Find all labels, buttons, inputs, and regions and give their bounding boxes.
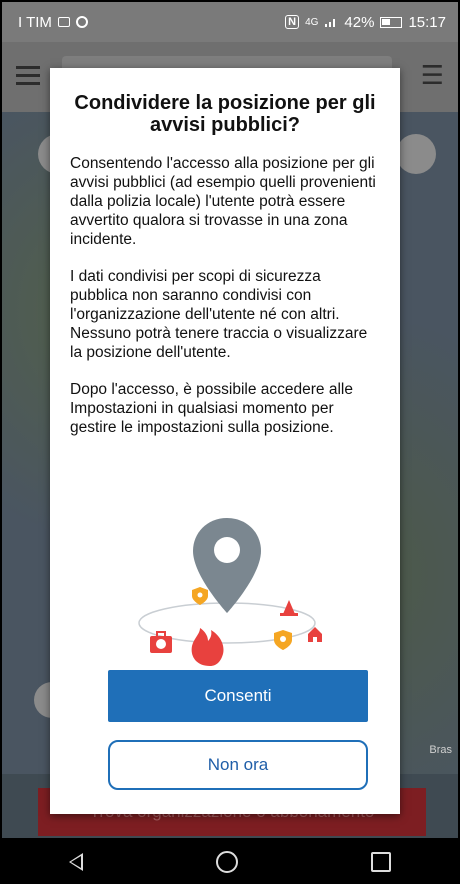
dialog-paragraph-1: Consentendo l'accesso alla posizione per…	[70, 155, 376, 248]
allow-button[interactable]: Consenti	[108, 670, 368, 722]
shield-small-icon	[274, 630, 292, 650]
signal-icon	[325, 19, 336, 27]
dialog-title: Condividere la posizione per gli avvisi …	[74, 92, 376, 136]
dialog-paragraph-3: Dopo l'accesso, è possibile accedere all…	[70, 381, 353, 436]
shield-alert-icon	[192, 587, 208, 605]
clock: 15:17	[408, 13, 446, 31]
message-icon	[57, 17, 70, 27]
status-right: N 4G 42% 15:17	[285, 14, 446, 31]
map-control-right[interactable]	[396, 134, 436, 174]
recents-square-icon[interactable]	[371, 852, 392, 872]
status-bar: I TIM N 4G 42% 15:17	[2, 2, 458, 42]
not-now-button[interactable]: Non ora	[108, 740, 368, 790]
carrier-label: I TIM	[18, 13, 52, 31]
fire-icon	[191, 628, 224, 666]
map-place-label: Bras	[429, 744, 452, 756]
sync-icon	[75, 16, 88, 28]
network-label: 4G	[305, 16, 319, 28]
battery-percent: 42%	[344, 13, 375, 31]
filter-list-icon[interactable]: ☰	[421, 62, 444, 88]
nfc-icon: N	[285, 15, 300, 29]
system-nav-bar	[2, 838, 458, 882]
phone-screen: I TIM N 4G 42% 15:17 ☰ Bras Trova organi…	[0, 0, 460, 884]
battery-icon	[380, 16, 403, 28]
first-aid-icon	[150, 631, 172, 653]
status-left: I TIM	[18, 14, 88, 31]
dialog-paragraph-2: I dati condivisi per scopi di sicurezza …	[70, 268, 368, 361]
home-circle-icon[interactable]	[215, 851, 238, 873]
back-triangle-icon[interactable]	[68, 853, 83, 871]
hamburger-menu-icon[interactable]	[16, 66, 40, 90]
location-permission-dialog: Condividere la posizione per gli avvisi …	[50, 68, 400, 814]
location-alerts-illustration	[138, 518, 322, 666]
